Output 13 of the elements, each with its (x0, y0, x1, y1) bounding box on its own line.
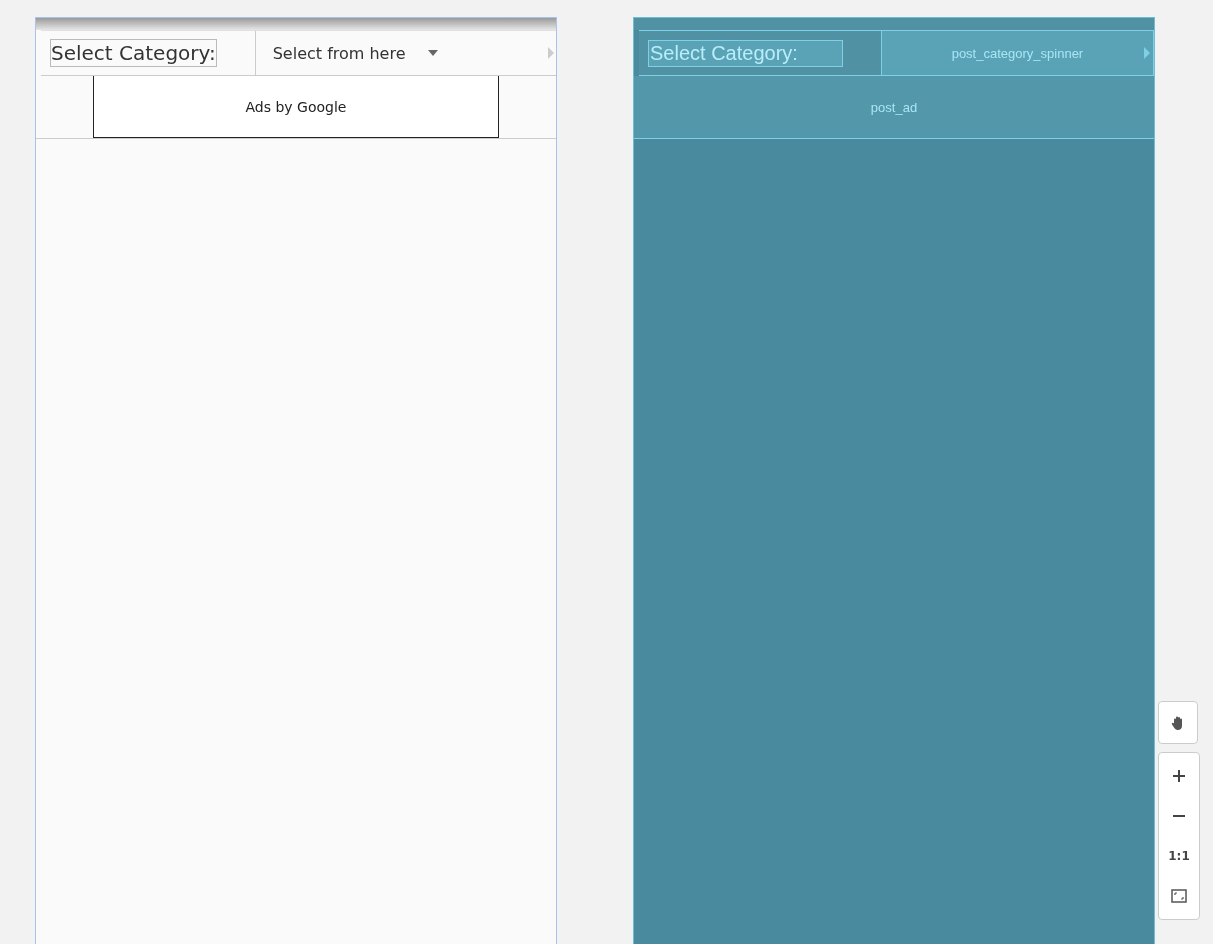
pan-button[interactable] (1158, 701, 1198, 744)
caret-icon (427, 50, 438, 56)
minus-icon (1172, 814, 1186, 818)
triangle-icon (548, 47, 554, 59)
fit-screen-icon (1171, 889, 1187, 903)
actual-size-button[interactable]: 1:1 (1159, 836, 1199, 876)
category-label: Select Category: (648, 39, 843, 67)
category-spinner: post_category_spinner (880, 31, 1154, 75)
triangle-icon (1144, 47, 1150, 59)
ad-banner: Ads by Google (93, 76, 499, 138)
category-label: Select Category: (50, 39, 217, 67)
plus-icon (1172, 769, 1186, 783)
ad-label: post_ad (870, 99, 918, 115)
